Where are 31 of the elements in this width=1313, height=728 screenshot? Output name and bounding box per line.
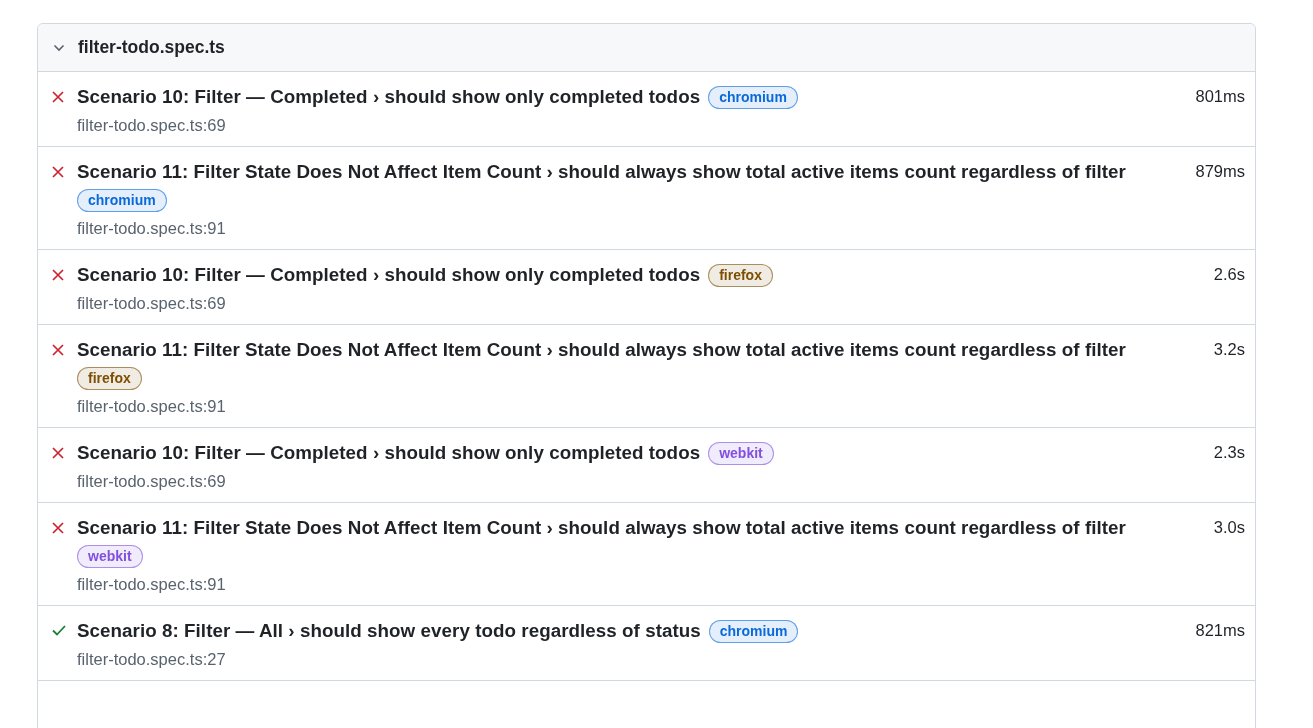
test-title[interactable]: Scenario 11: Filter State Does Not Affect Item Count › should always show total active items count regardless of filter [77,339,1126,360]
test-duration: 3.2s [1213,339,1245,360]
test-location: filter-todo.spec.ts:27 [77,649,227,670]
project-tag[interactable]: webkit [77,545,143,568]
project-tag[interactable]: chromium [708,86,798,109]
project-tag[interactable]: chromium [77,189,167,212]
test-title[interactable]: Scenario 10: Filter — Completed › should show only completed todos [77,86,701,107]
test-location: filter-todo.spec.ts:69 [77,471,227,492]
test-location: filter-todo.spec.ts:91 [77,574,227,595]
test-duration: 801ms [1195,86,1245,107]
chevron-icon [53,43,65,52]
project-tag[interactable]: webkit [708,442,774,465]
test-duration: 821ms [1195,620,1245,641]
test-location: filter-todo.spec.ts:91 [77,396,227,417]
file-header[interactable]: filter-todo.spec.ts [38,24,1255,72]
project-tag[interactable]: chromium [708,620,799,643]
test-title[interactable]: Scenario 8: Filter — All › should show every todo regardless of status [77,620,701,641]
test-title[interactable]: Scenario 10: Filter — Completed › should show only completed todos [77,442,701,463]
test-location: filter-todo.spec.ts:91 [77,218,227,239]
test-duration: 879ms [1195,161,1245,182]
test-title[interactable]: Scenario 10: Filter — Completed › should show only completed todos [77,264,701,285]
test-title[interactable]: Scenario 11: Filter State Does Not Affect Item Count › should always show total active items count regardless of filter [77,161,1126,182]
file-name: filter-todo.spec.ts [78,37,225,58]
test-duration: 3.0s [1213,517,1245,538]
project-tag[interactable]: firefox [77,367,142,390]
test-location: filter-todo.spec.ts:69 [77,115,227,136]
project-tag[interactable]: firefox [708,264,773,287]
test-duration: 2.3s [1213,442,1245,463]
test-title[interactable]: Scenario 11: Filter State Does Not Affect Item Count › should always show total active items count regardless of filter [77,517,1126,538]
test-duration: 2.6s [1213,264,1245,285]
test-location: filter-todo.spec.ts:69 [77,293,227,314]
